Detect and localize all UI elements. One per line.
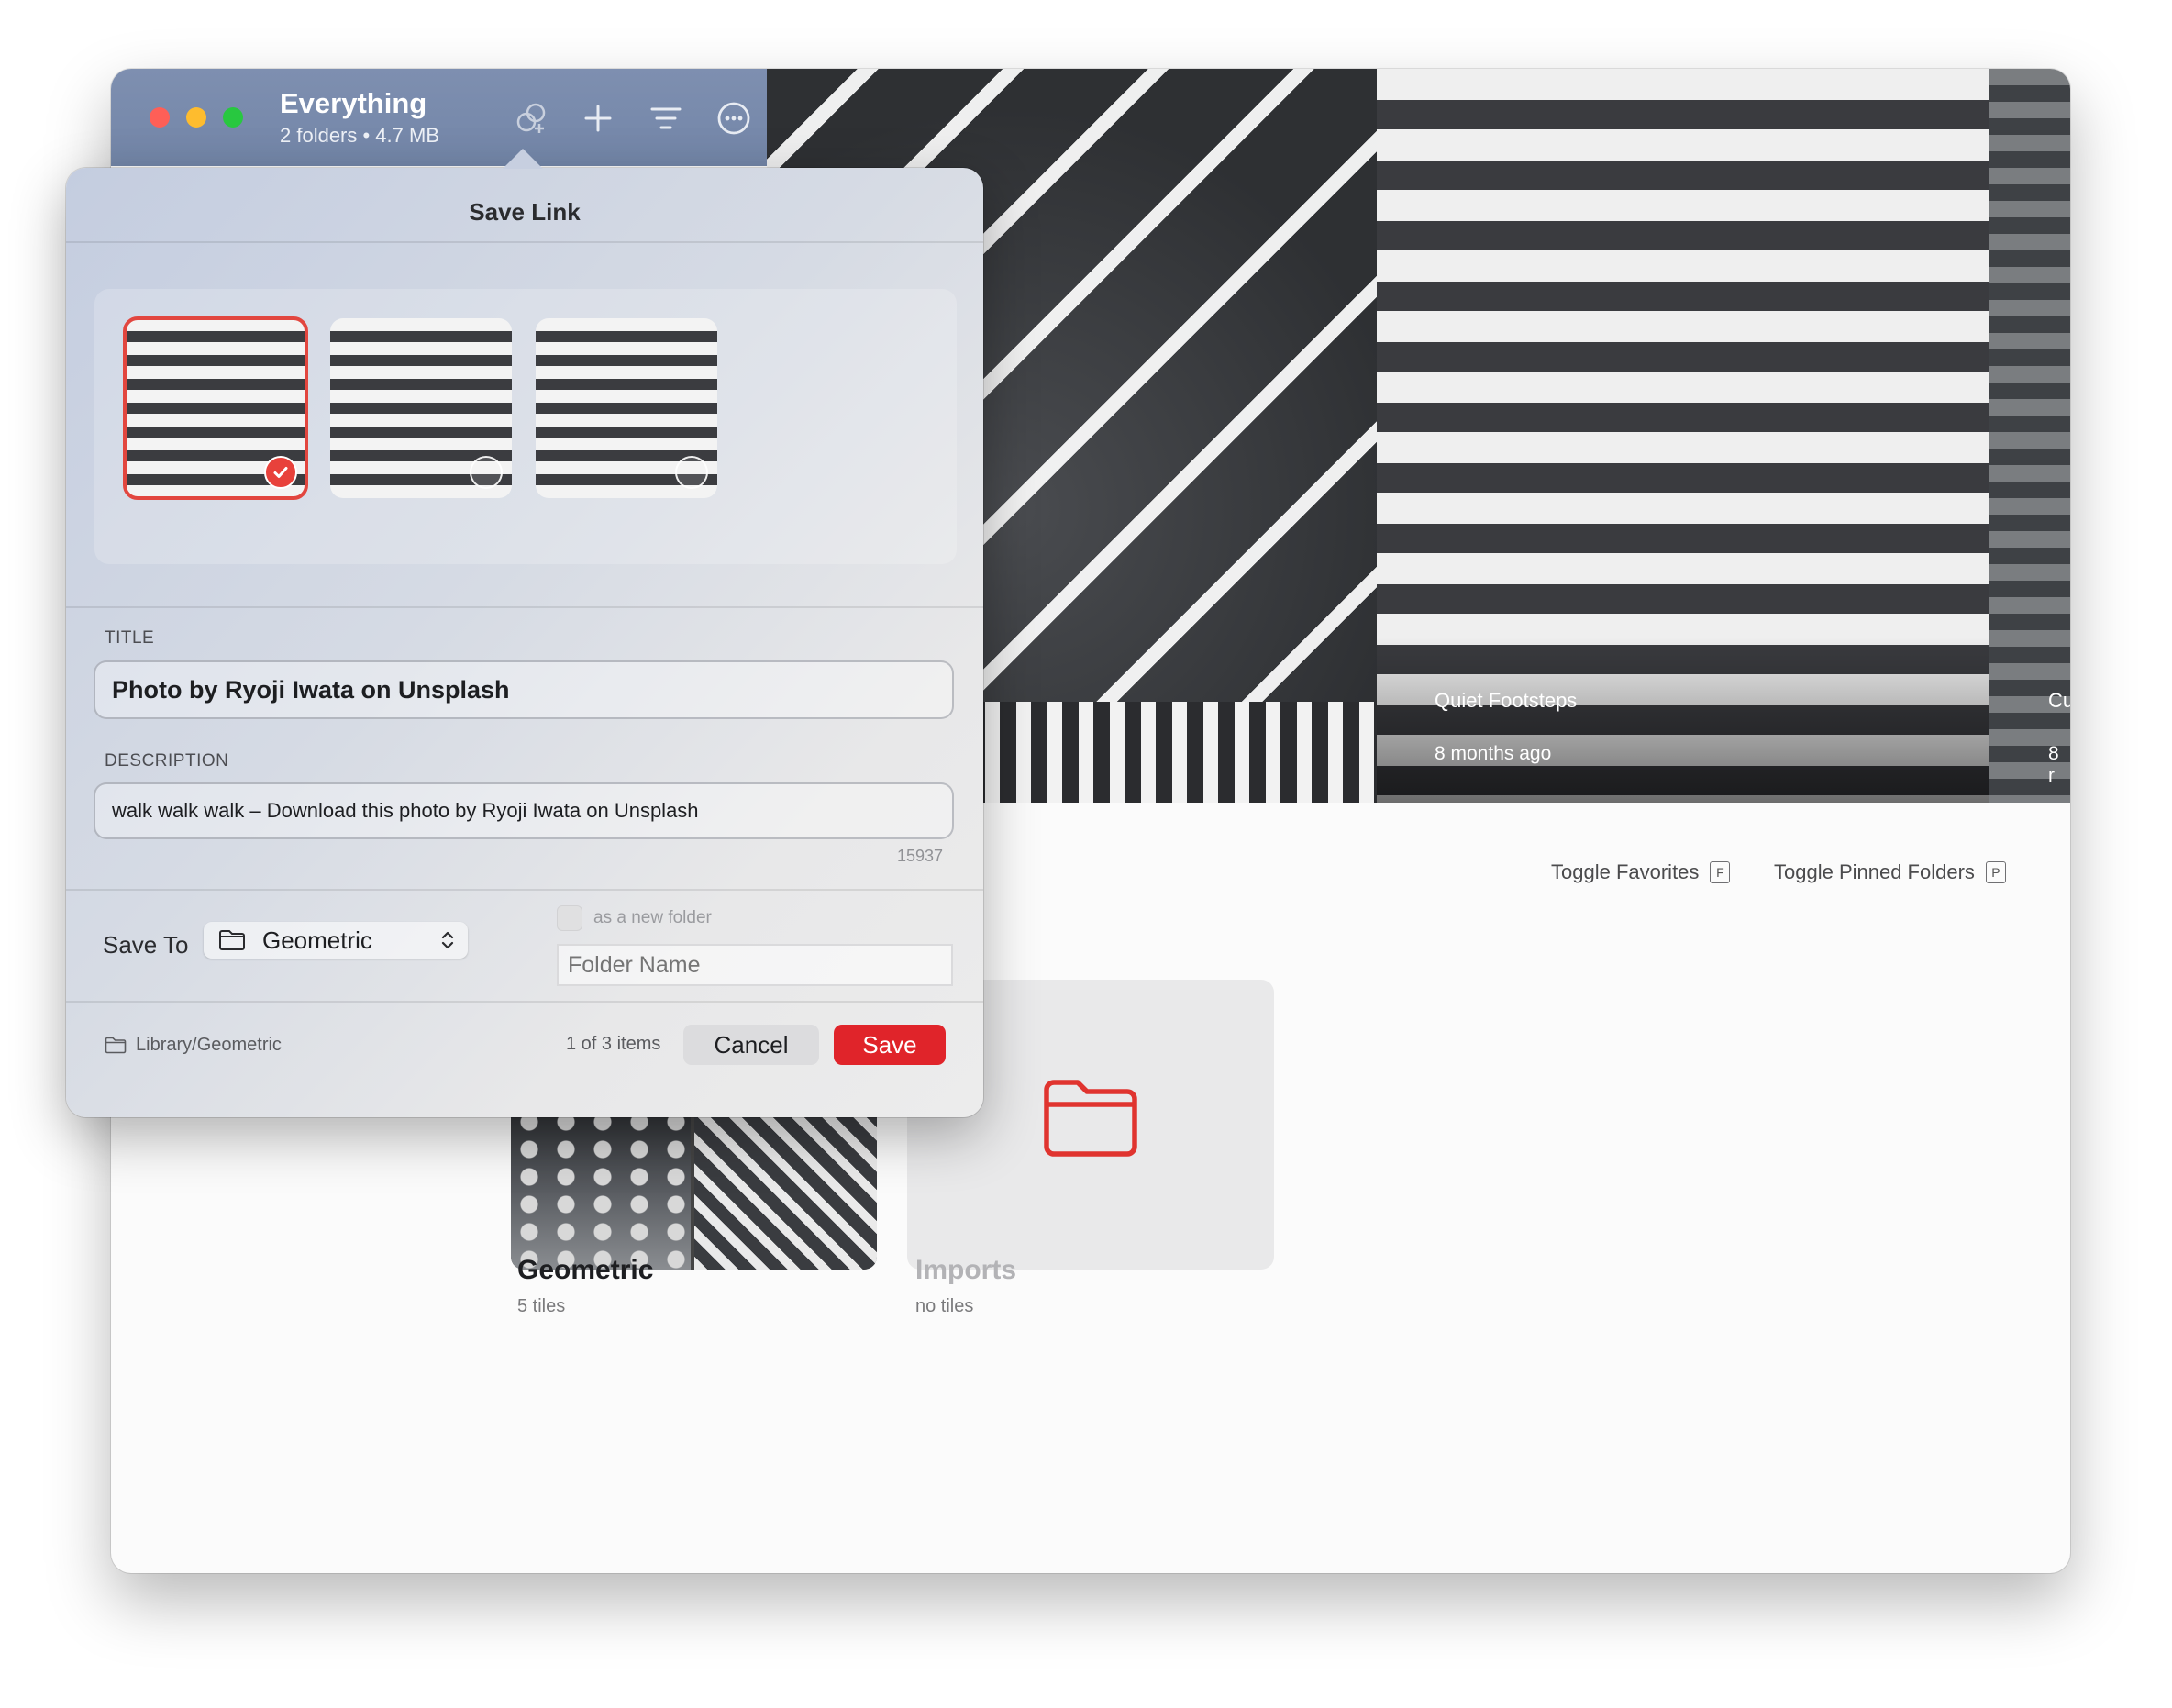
toggle-favorites[interactable]: Toggle Favorites F xyxy=(1551,860,1731,884)
divider xyxy=(66,241,983,243)
folder-icon xyxy=(219,930,245,950)
photo-title: Quiet Footsteps xyxy=(1435,689,1578,712)
folder-icon xyxy=(105,1037,127,1054)
item-count: 1 of 3 items xyxy=(566,1034,661,1054)
new-folder-label: as a new folder xyxy=(593,908,712,927)
minimize-window-button[interactable] xyxy=(186,107,206,128)
toggle-favorites-label: Toggle Favorites xyxy=(1551,860,1700,883)
checkmark-icon xyxy=(264,456,297,489)
toggle-pinned-label: Toggle Pinned Folders xyxy=(1774,860,1975,883)
shortcut-key: F xyxy=(1710,861,1731,883)
window-subtitle: 2 folders • 4.7 MB xyxy=(280,124,440,147)
folder-tile-count: no tiles xyxy=(915,1296,974,1316)
toggle-pinned-folders[interactable]: Toggle Pinned Folders P xyxy=(1774,860,2006,884)
save-to-label: Save To xyxy=(103,931,189,959)
character-count: 15937 xyxy=(896,847,943,865)
link-icon[interactable] xyxy=(510,96,554,140)
filter-icon[interactable] xyxy=(644,96,688,140)
new-folder-option[interactable]: as a new folder xyxy=(557,905,712,931)
shortcut-key: P xyxy=(1985,861,2006,883)
thumbnail-option-3[interactable] xyxy=(536,318,717,498)
sheet-title: Save Link xyxy=(469,198,581,226)
description-value: walk walk walk – Download this photo by … xyxy=(112,799,699,822)
cancel-button[interactable]: Cancel xyxy=(683,1025,819,1065)
close-window-button[interactable] xyxy=(150,107,170,128)
destination-path-text: Library/Geometric xyxy=(136,1035,282,1055)
thumbnail-picker xyxy=(94,289,957,564)
folder-name: Geometric xyxy=(517,1255,654,1285)
save-to-value: Geometric xyxy=(262,926,372,954)
thumbnail-option-1[interactable] xyxy=(123,316,308,500)
chevron-updown-icon xyxy=(441,931,454,949)
folder-name: Imports xyxy=(915,1255,1017,1285)
unchecked-circle-icon xyxy=(470,456,503,489)
folder-name-input[interactable] xyxy=(557,944,953,986)
more-icon[interactable] xyxy=(712,96,756,140)
divider xyxy=(66,606,983,608)
save-button[interactable]: Save xyxy=(834,1025,946,1065)
photo-tile-partial[interactable]: Cu 8 r xyxy=(1989,69,2070,803)
title-input[interactable]: Photo by Ryoji Iwata on Unsplash xyxy=(94,660,954,719)
photo-tile-quiet-footsteps[interactable]: Quiet Footsteps 8 months ago xyxy=(1377,69,1989,803)
new-folder-checkbox[interactable] xyxy=(557,905,582,931)
title-value: Photo by Ryoji Iwata on Unsplash xyxy=(112,675,510,704)
folder-tile-count: 5 tiles xyxy=(517,1296,566,1316)
description-label: DESCRIPTION xyxy=(105,751,229,771)
popover-arrow xyxy=(503,149,543,169)
zoom-window-button[interactable] xyxy=(223,107,243,128)
window-title: Everything xyxy=(280,87,427,119)
photo-title: Cu xyxy=(2048,689,2070,712)
divider xyxy=(66,1001,983,1003)
unchecked-circle-icon xyxy=(675,456,708,489)
plus-icon[interactable] xyxy=(576,96,620,140)
photo-age: 8 r xyxy=(2048,743,2059,786)
save-link-sheet: Save Link TITLE Photo by Ryoji Iwata on … xyxy=(66,168,983,1117)
titlebar: Everything 2 folders • 4.7 MB xyxy=(111,69,767,166)
title-label: TITLE xyxy=(105,628,155,648)
photo-age: 8 months ago xyxy=(1435,743,1552,764)
folder-icon xyxy=(1044,1080,1137,1157)
save-to-folder-popup[interactable]: Geometric xyxy=(204,922,468,959)
description-input[interactable]: walk walk walk – Download this photo by … xyxy=(94,782,954,839)
destination-path: Library/Geometric xyxy=(105,1035,282,1056)
thumbnail-option-2[interactable] xyxy=(330,318,512,498)
divider xyxy=(66,889,983,891)
